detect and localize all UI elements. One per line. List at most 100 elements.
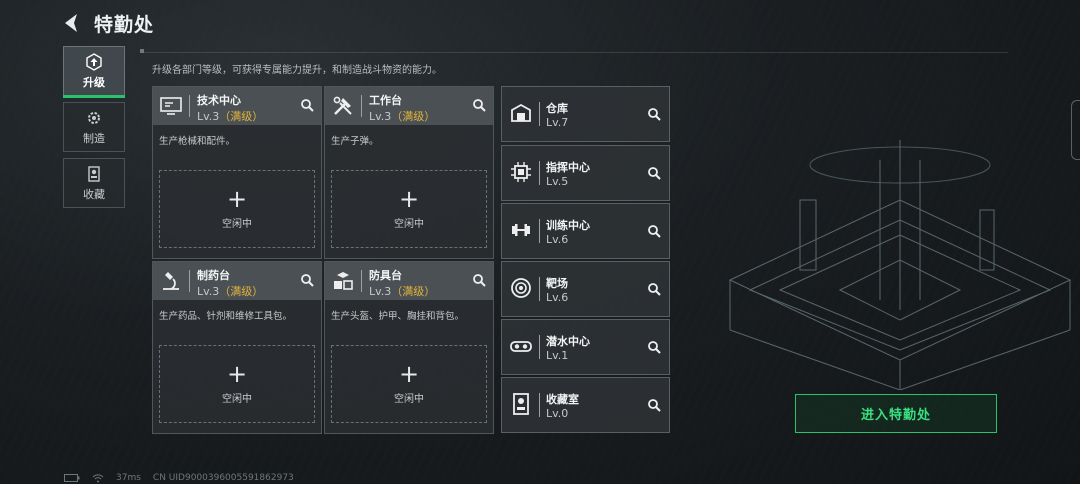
facility-item-collection-room[interactable]: 收藏室 Lv.0 <box>501 377 670 433</box>
max-level-label: （满级） <box>391 285 436 298</box>
card-title: 制药台 <box>197 269 230 282</box>
separator <box>189 95 190 117</box>
tab-label: 收藏 <box>83 187 105 201</box>
facility-card-pharmacy[interactable]: 制药台 Lv.3（满级） 生产药品、针剂和维修工具包。 + 空闲中 <box>152 261 322 434</box>
tab-collection[interactable]: 收藏 <box>63 158 125 208</box>
goggles-icon <box>510 341 532 352</box>
tab-upgrade[interactable]: 升级 <box>63 46 125 98</box>
separator <box>539 335 540 359</box>
building-blueprint-image <box>728 140 1072 390</box>
facility-card-tech-center[interactable]: 技术中心 Lv.3（满级） 生产枪械和配件。 + 空闲中 <box>152 86 322 259</box>
max-level-label: （满级） <box>391 110 436 123</box>
facility-level: Lv.1 <box>546 349 569 362</box>
ping-value: 37ms <box>116 473 141 483</box>
card-level: Lv.3（满级） <box>369 285 436 298</box>
tab-label: 制造 <box>83 131 105 145</box>
search-icon[interactable] <box>646 106 662 122</box>
plus-icon: + <box>226 184 248 213</box>
facility-name: 指挥中心 <box>546 161 590 174</box>
search-icon[interactable] <box>646 281 662 297</box>
card-level: Lv.3（满级） <box>369 110 436 123</box>
tools-icon <box>333 96 352 115</box>
page-title: 特勤处 <box>94 13 155 36</box>
search-icon[interactable] <box>299 97 315 113</box>
warehouse-icon <box>511 103 531 122</box>
divider <box>140 49 1008 53</box>
production-slot[interactable]: + 空闲中 <box>331 345 487 423</box>
facility-level: Lv.6 <box>546 233 569 246</box>
back-button[interactable] <box>62 12 84 34</box>
production-slot[interactable]: + 空闲中 <box>159 345 315 423</box>
facility-item-diving-center[interactable]: 潜水中心 Lv.1 <box>501 319 670 375</box>
user-uid: CN UID9000396005591862973 <box>152 473 294 483</box>
search-icon[interactable] <box>471 97 487 113</box>
facility-card-workbench[interactable]: 工作台 Lv.3（满级） 生产子弹。 + 空闲中 <box>324 86 494 259</box>
target-icon <box>511 278 531 298</box>
card-title: 技术中心 <box>197 94 241 107</box>
facility-item-warehouse[interactable]: 仓库 Lv.7 <box>501 86 670 142</box>
separator <box>539 161 540 185</box>
card-level: Lv.3（满级） <box>197 110 264 123</box>
microscope-icon <box>163 272 179 290</box>
slot-status: 空闲中 <box>394 218 424 230</box>
display-case-icon <box>513 393 529 415</box>
separator <box>539 102 540 126</box>
tab-craft[interactable]: 制造 <box>63 102 125 152</box>
dumbbell-icon <box>512 224 530 236</box>
separator <box>361 270 362 292</box>
separator <box>189 270 190 292</box>
facility-level: Lv.0 <box>546 407 569 420</box>
facility-name: 靶场 <box>546 277 568 290</box>
back-arrow-icon <box>65 14 77 32</box>
card-header: 防具台 Lv.3（满级） <box>325 262 493 300</box>
card-title: 防具台 <box>369 269 402 282</box>
card-description: 生产头盔、护甲、胸挂和背包。 <box>331 311 465 322</box>
facility-item-shooting-range[interactable]: 靶场 Lv.6 <box>501 261 670 317</box>
card-level: Lv.3（满级） <box>197 285 264 298</box>
plus-icon: + <box>398 359 420 388</box>
facility-level: Lv.6 <box>546 291 569 304</box>
enter-special-ops-button[interactable]: 进入特勤处 <box>795 394 997 433</box>
monitor-icon <box>160 97 182 115</box>
facility-name: 训练中心 <box>546 219 590 232</box>
gear-icon <box>88 111 100 124</box>
wifi-icon <box>92 473 104 482</box>
battery-icon <box>64 474 80 482</box>
slot-status: 空闲中 <box>222 218 252 230</box>
search-icon[interactable] <box>471 272 487 288</box>
card-description: 生产枪械和配件。 <box>159 136 236 147</box>
facility-item-command-center[interactable]: 指挥中心 Lv.5 <box>501 145 670 201</box>
max-level-label: （满级） <box>219 110 264 123</box>
separator <box>539 393 540 417</box>
tab-label: 升级 <box>83 75 105 89</box>
chip-icon <box>511 162 531 182</box>
side-handle[interactable] <box>1071 100 1080 160</box>
facility-name: 潜水中心 <box>546 335 590 348</box>
separator <box>361 95 362 117</box>
facility-level: Lv.7 <box>546 116 569 129</box>
facility-item-training-center[interactable]: 训练中心 Lv.6 <box>501 203 670 259</box>
search-icon[interactable] <box>646 339 662 355</box>
card-description: 生产子弹。 <box>331 136 379 147</box>
separator <box>539 219 540 243</box>
search-icon[interactable] <box>299 272 315 288</box>
production-slot[interactable]: + 空闲中 <box>331 170 487 248</box>
search-icon[interactable] <box>646 223 662 239</box>
plus-icon: + <box>398 184 420 213</box>
slot-status: 空闲中 <box>394 393 424 405</box>
card-header: 工作台 Lv.3（满级） <box>325 87 493 125</box>
max-level-label: （满级） <box>219 285 264 298</box>
production-slot[interactable]: + 空闲中 <box>159 170 315 248</box>
side-tabs: 升级 制造 收藏 <box>63 46 125 214</box>
card-header: 技术中心 Lv.3（满级） <box>153 87 321 125</box>
facility-name: 收藏室 <box>546 393 579 406</box>
card-title: 工作台 <box>369 94 402 107</box>
facility-card-armor-bench[interactable]: 防具台 Lv.3（满级） 生产头盔、护甲、胸挂和背包。 + 空闲中 <box>324 261 494 434</box>
facility-level: Lv.5 <box>546 175 569 188</box>
page-description: 升级各部门等级，可获得专属能力提升，和制造战斗物资的能力。 <box>152 65 442 76</box>
card-description: 生产药品、针剂和维修工具包。 <box>159 311 293 322</box>
trophy-icon <box>88 165 100 182</box>
search-icon[interactable] <box>646 397 662 413</box>
facility-name: 仓库 <box>546 102 568 115</box>
search-icon[interactable] <box>646 165 662 181</box>
